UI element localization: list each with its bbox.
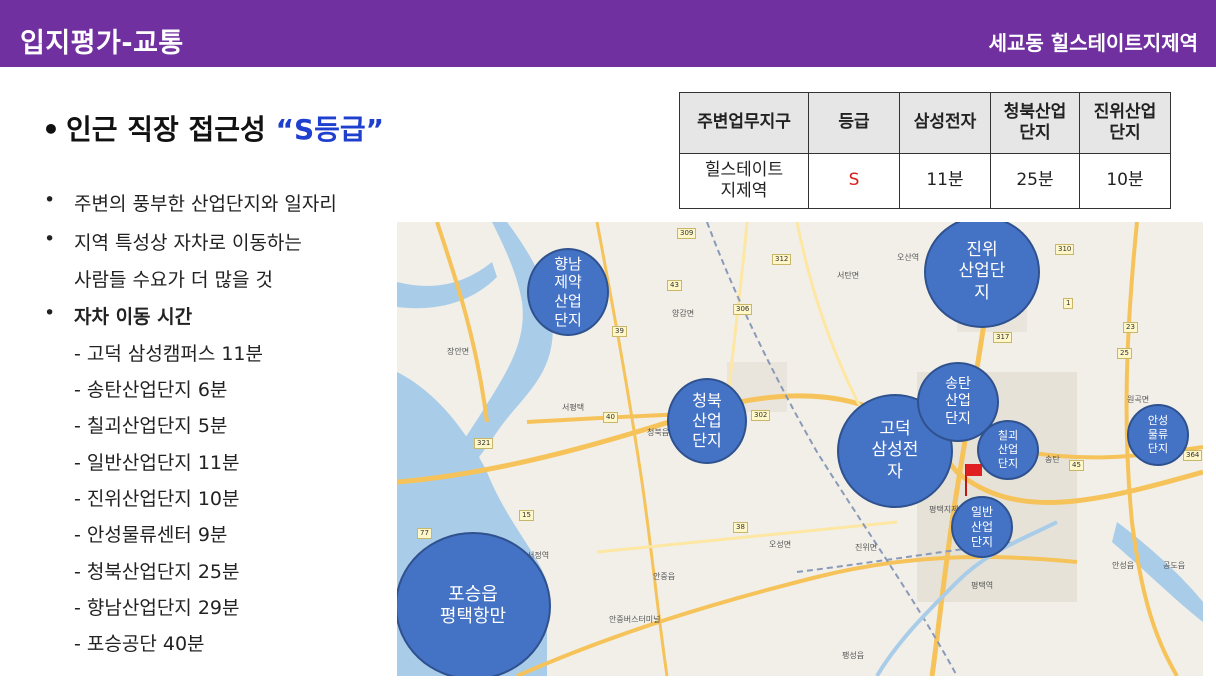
map-place-label: 안중읍 [653, 572, 676, 581]
road-number: 25 [1117, 348, 1132, 359]
table-cell: 힐스테이트 지제역 [679, 153, 809, 209]
road-number: 321 [474, 438, 494, 449]
road-number: 310 [1055, 244, 1075, 255]
road-number: 43 [667, 280, 682, 291]
table-cell: 25분 [990, 153, 1080, 209]
road-number: 306 [733, 304, 753, 315]
table-header: 주변업무지구 [679, 92, 809, 154]
map-place-label: 장안면 [447, 347, 470, 356]
travel-time-item: - 진위산업단지 10분 [74, 488, 240, 510]
header-bar: 입지평가-교통 세교동 힐스테이트지제역 [0, 0, 1216, 67]
slide-title: 입지평가-교통 [20, 28, 184, 59]
map-place-label: 오산역 [897, 253, 920, 262]
map-circle-hyangnam: 향남 제약 산업 단지 [527, 248, 609, 336]
bullet-text: 주변의 풍부한 산업단지와 일자리 [74, 193, 337, 215]
map-place-label: 안성읍 [1112, 561, 1135, 570]
travel-time-item: - 포승공단 40분 [74, 633, 205, 655]
bullet-dot: • [44, 189, 56, 211]
map-place-label: 팽성읍 [842, 651, 865, 660]
table-header: 삼성전자 [899, 92, 991, 154]
location-flag-icon [965, 464, 982, 496]
table-cell: 11분 [899, 153, 991, 209]
road-number: 40 [603, 412, 618, 423]
map-place-label: 안중버스터미널 [609, 615, 661, 624]
map-place-label: 양감면 [672, 309, 695, 318]
road-number: 317 [993, 332, 1013, 343]
table-header-row: 주변업무지구 등급 삼성전자 청북산업 단지 진위산업 단지 [679, 92, 1171, 154]
location-map: 장안면 서탄면 양감면 서평택 청북읍 오성면 안중읍 진위면 원곡면 공도읍 … [397, 222, 1203, 676]
headline-text: 인근 직장 접근성 [66, 113, 276, 146]
table-header: 등급 [808, 92, 900, 154]
grade-table: 주변업무지구 등급 삼성전자 청북산업 단지 진위산업 단지 힐스테이트 지제역… [679, 92, 1171, 209]
headline: • 인근 직장 접근성 “S등급” [42, 108, 384, 148]
map-circle-chilgoe: 칠괴 산업 단지 [977, 420, 1039, 480]
table-header: 청북산업 단지 [990, 92, 1080, 154]
map-place-label: 오성면 [769, 540, 792, 549]
bullet-text: 사람들 수요가 더 많을 것 [74, 269, 273, 291]
map-place-label: 청북읍 [647, 428, 670, 437]
travel-time-item: - 고덕 삼성캠퍼스 11분 [74, 343, 263, 365]
bullet-dot: • [44, 228, 56, 250]
road-number: 38 [733, 522, 748, 533]
travel-time-item: - 칠괴산업단지 5분 [74, 415, 228, 437]
headline-bullet: • [42, 113, 60, 146]
travel-time-item: - 안성물류센터 9분 [74, 524, 228, 546]
map-circle-anseong: 안성 물류 단지 [1127, 404, 1189, 466]
road-number: 364 [1183, 450, 1203, 461]
road-number: 312 [772, 254, 792, 265]
road-number: 302 [751, 410, 771, 421]
map-circle-ilban: 일반 산업 단지 [951, 496, 1013, 558]
headline-grade: “S등급” [275, 113, 385, 146]
bullet-dot: • [44, 302, 56, 324]
road-number: 77 [417, 528, 432, 539]
table-cell-grade: S [808, 153, 900, 209]
bullet-text: 자차 이동 시간 [74, 306, 193, 328]
table-cell: 10분 [1079, 153, 1171, 209]
table-header: 진위산업 단지 [1079, 92, 1171, 154]
road-number: 1 [1063, 298, 1074, 309]
map-place-label: 공도읍 [1163, 561, 1186, 570]
travel-time-item: - 일반산업단지 11분 [74, 452, 240, 474]
travel-time-item: - 송탄산업단지 6분 [74, 379, 228, 401]
travel-time-item: - 청북산업단지 25분 [74, 561, 240, 583]
slide-subtitle: 세교동 힐스테이트지제역 [988, 31, 1198, 55]
map-place-label: 평택역 [971, 581, 994, 590]
bullet-text: 지역 특성상 자차로 이동하는 [74, 232, 302, 254]
table-row: 힐스테이트 지제역 S 11분 25분 10분 [679, 153, 1171, 209]
map-circle-poseung: 포승읍 평택항만 [397, 532, 551, 676]
map-circle-cheongbuk: 청북 산업 단지 [667, 378, 747, 464]
map-place-label: 송탄 [1045, 455, 1060, 464]
map-place-label: 진위면 [855, 543, 878, 552]
travel-time-item: - 향남산업단지 29분 [74, 597, 240, 619]
map-place-label: 원곡면 [1127, 395, 1150, 404]
road-number: 45 [1069, 460, 1084, 471]
road-number: 39 [612, 326, 627, 337]
map-place-label: 서탄면 [837, 271, 860, 280]
road-number: 309 [677, 228, 697, 239]
map-place-label: 서평택 [562, 403, 585, 412]
road-number: 23 [1123, 322, 1138, 333]
road-number: 15 [519, 510, 534, 521]
